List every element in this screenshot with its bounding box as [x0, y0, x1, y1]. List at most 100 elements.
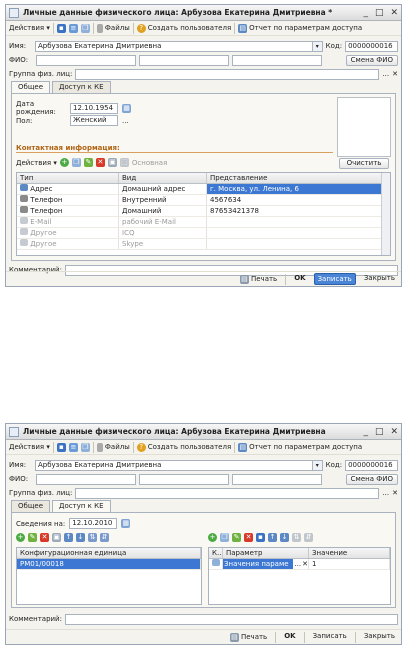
clear-x-icon[interactable]: ✕	[392, 489, 398, 497]
group-input[interactable]	[75, 487, 380, 499]
copy-icon[interactable]: ❐	[80, 442, 90, 452]
name-input[interactable]: Арбузова Екатерина Дмитриевна	[34, 40, 313, 52]
maximize-icon[interactable]: □	[375, 8, 384, 18]
list-icon[interactable]: ≡	[68, 442, 78, 452]
close-icon[interactable]: ✕	[390, 8, 398, 18]
select-dots-icon[interactable]: ...	[382, 70, 389, 78]
create-user-button[interactable]: ? Создать пользователя	[136, 23, 231, 33]
clear-button[interactable]: Очистить	[339, 158, 389, 169]
photo-box[interactable]	[337, 97, 391, 157]
arrow-down-icon[interactable]: ↓	[280, 533, 289, 542]
ok-button[interactable]: OK	[281, 631, 298, 643]
access-report-button[interactable]: ▤ Отчет по параметрам доступа	[238, 442, 362, 452]
default-icon[interactable]: ⬚	[119, 158, 129, 167]
edit-icon[interactable]: ✎	[28, 533, 37, 542]
access-report-button[interactable]: ▤ Отчет по параметрам доступа	[238, 23, 362, 33]
table-row[interactable]: Значения параме ... ✕ 1	[209, 559, 390, 570]
arrow-up-icon[interactable]: ↑	[268, 533, 277, 542]
code-input[interactable]: 0000000016	[345, 459, 399, 471]
tab-ke-access[interactable]: Доступ к КЕ	[52, 500, 111, 512]
main-button[interactable]: Основная	[132, 159, 167, 167]
close-button[interactable]: Закрыть	[361, 273, 398, 285]
close-button[interactable]: Закрыть	[361, 631, 398, 643]
table-row[interactable]: Другое Skype	[17, 239, 390, 250]
clear-x-icon[interactable]: ✕	[302, 559, 308, 569]
calendar-icon[interactable]: ▦	[122, 103, 131, 113]
ok-button[interactable]: OK	[291, 273, 308, 285]
sex-input[interactable]: Женский	[70, 115, 118, 126]
copy-icon[interactable]: ❐	[220, 533, 229, 542]
code-input[interactable]: 0000000016	[345, 40, 399, 52]
print-button[interactable]: ▤ Печать	[227, 631, 270, 643]
clear-x-icon[interactable]: ✕	[392, 70, 398, 78]
table-row[interactable]: Адрес Домашний адрес г. Москва, ул. Лени…	[17, 184, 390, 195]
add-icon[interactable]: +	[16, 533, 25, 542]
firstname-input[interactable]	[139, 54, 229, 66]
tab-ke-access[interactable]: Доступ к КЕ	[52, 81, 111, 93]
patronymic-input[interactable]	[232, 473, 322, 485]
sort-asc-icon[interactable]: ⇅	[88, 533, 97, 542]
close-icon[interactable]: ✕	[390, 427, 398, 437]
select-dots-icon[interactable]: ...	[122, 117, 129, 125]
tab-general[interactable]: Общее	[11, 500, 51, 512]
chevron-down-icon[interactable]: ▾	[312, 40, 323, 52]
info-date-input[interactable]: 12.10.2010	[69, 518, 118, 529]
sort-desc-icon[interactable]: ⇵	[100, 533, 109, 542]
arrow-up-icon[interactable]: ↑	[64, 533, 73, 542]
delete-icon[interactable]: ✕	[40, 533, 49, 542]
contact-actions-menu[interactable]: Действия ▾	[16, 159, 57, 167]
patronymic-input[interactable]	[232, 54, 322, 66]
email-icon	[20, 217, 28, 224]
table-row[interactable]: Телефон Домашний 87653421378	[17, 206, 390, 217]
files-button[interactable]: Файлы	[96, 442, 130, 452]
list-icon[interactable]: ≡	[68, 23, 78, 33]
edit-icon[interactable]: ✎	[83, 158, 93, 167]
group-input[interactable]	[75, 68, 380, 80]
copy-icon[interactable]: ❐	[80, 23, 90, 33]
mark-icon[interactable]: ▣	[107, 158, 117, 167]
calendar-icon[interactable]: ▦	[121, 519, 131, 528]
change-fio-button[interactable]: Смена ФИО	[345, 473, 398, 485]
chevron-down-icon[interactable]: ▾	[312, 459, 323, 471]
comment-input[interactable]	[64, 613, 398, 625]
mark-icon[interactable]: ▣	[52, 533, 61, 542]
add-icon[interactable]: +	[59, 158, 69, 167]
select-dots-icon[interactable]: ...	[294, 559, 301, 569]
table-row[interactable]: Другое ICQ	[17, 228, 390, 239]
delete-icon[interactable]: ✕	[244, 533, 253, 542]
arrow-down-icon[interactable]: ↓	[76, 533, 85, 542]
birth-date-input[interactable]: 12.10.1954	[70, 102, 118, 114]
actions-menu[interactable]: Действия ▾	[9, 24, 50, 32]
delete-icon[interactable]: ✕	[95, 158, 105, 167]
table-row[interactable]: Телефон Внутренний 4567634	[17, 195, 390, 206]
sort-desc-icon[interactable]: ⇵	[304, 533, 313, 542]
save-button[interactable]: Записать	[310, 631, 350, 643]
other-icon	[20, 239, 28, 246]
save-button[interactable]: Записать	[313, 273, 356, 285]
edit-icon[interactable]: ✎	[232, 533, 241, 542]
name-input[interactable]: Арбузова Екатерина Дмитриевна	[34, 459, 313, 471]
files-button[interactable]: Файлы	[96, 23, 130, 33]
print-button[interactable]: ▤ Печать	[237, 273, 280, 285]
copy-icon[interactable]: ❐	[71, 158, 81, 167]
surname-input[interactable]	[36, 54, 136, 66]
create-user-button[interactable]: ? Создать пользователя	[136, 442, 231, 452]
table-row[interactable]: PM01/00018	[17, 559, 201, 570]
surname-input[interactable]	[36, 473, 136, 485]
add-icon[interactable]: +	[208, 533, 217, 542]
select-dots-icon[interactable]: ...	[382, 489, 389, 497]
param-input[interactable]: Значения параме	[223, 559, 294, 569]
save-icon[interactable]: ▪	[56, 23, 66, 33]
sort-asc-icon[interactable]: ⇅	[292, 533, 301, 542]
table-scrollbar[interactable]	[381, 173, 390, 255]
save-icon[interactable]: ▪	[256, 533, 265, 542]
minimize-icon[interactable]: _	[363, 427, 368, 437]
firstname-input[interactable]	[139, 473, 229, 485]
minimize-icon[interactable]: _	[363, 8, 368, 18]
tab-general[interactable]: Общее	[11, 81, 51, 93]
table-row[interactable]: E-Mail рабочий E-Mail	[17, 217, 390, 228]
maximize-icon[interactable]: □	[375, 427, 384, 437]
actions-menu[interactable]: Действия ▾	[9, 443, 50, 451]
save-icon[interactable]: ▪	[56, 442, 66, 452]
change-fio-button[interactable]: Смена ФИО	[345, 54, 398, 66]
